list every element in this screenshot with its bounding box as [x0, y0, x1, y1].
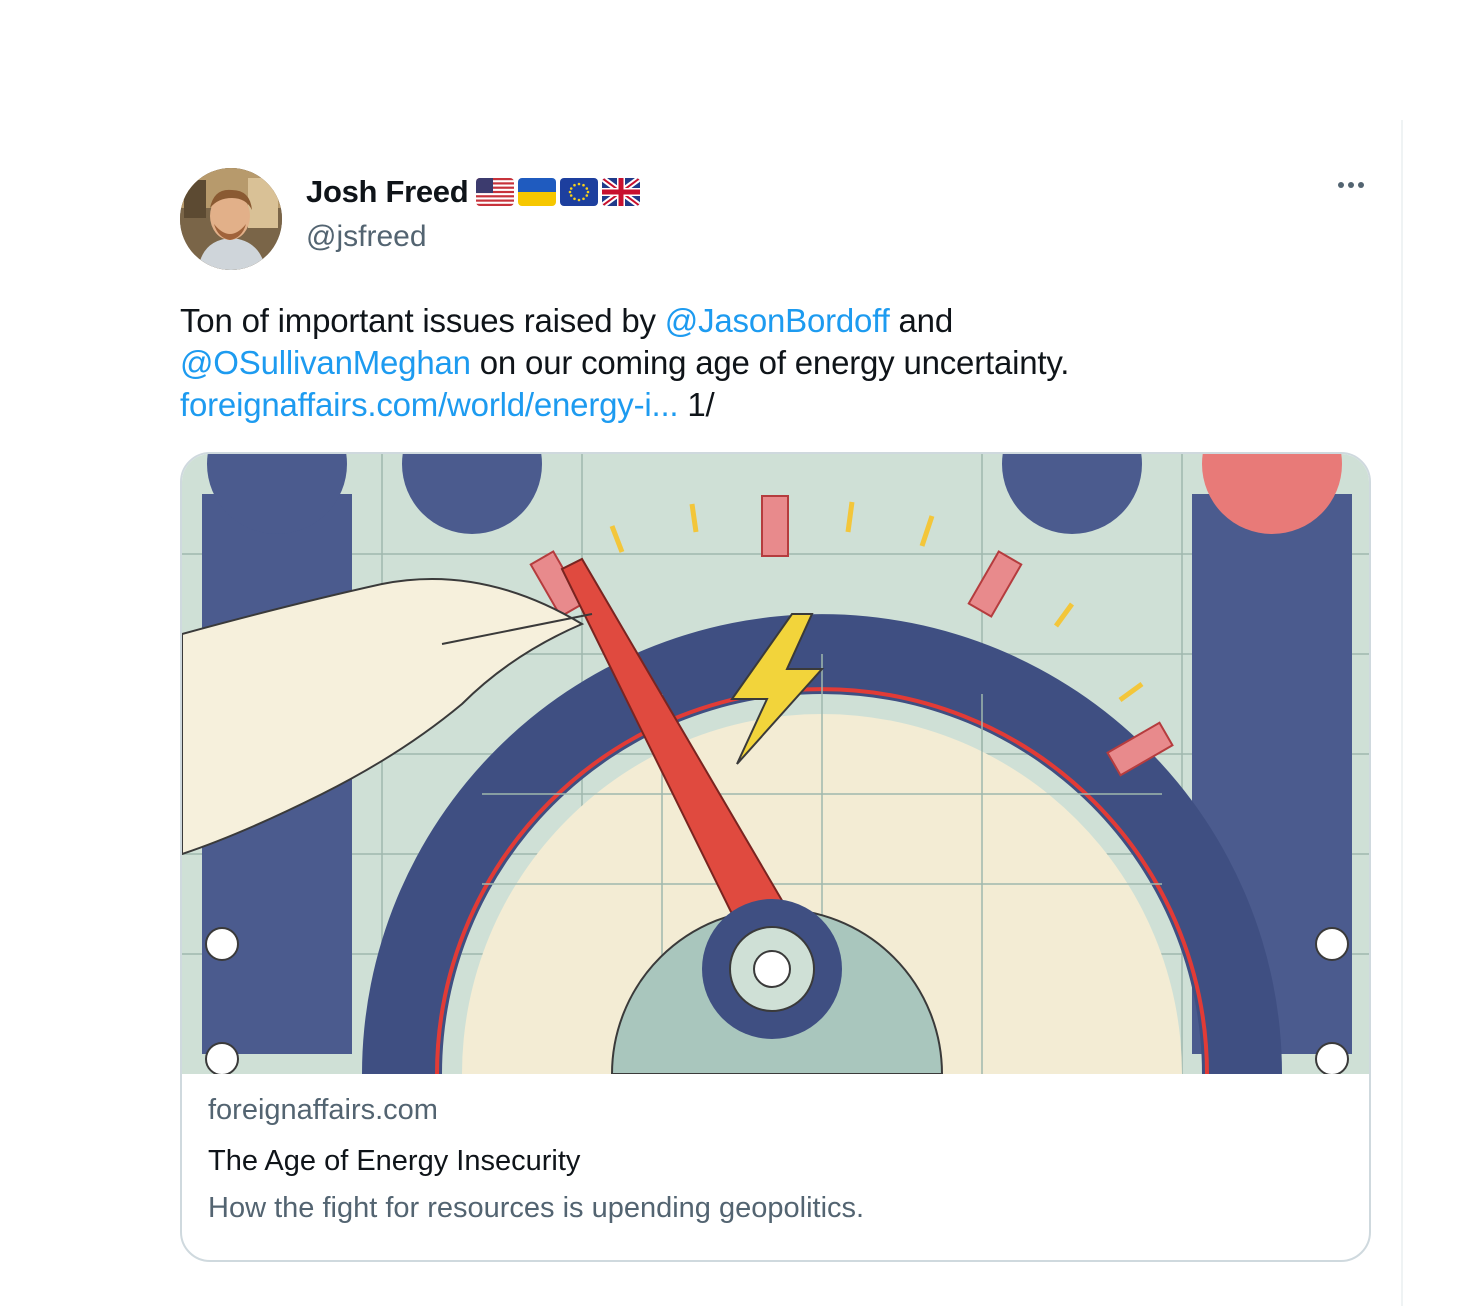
link-card[interactable]: foreignaffairs.com The Age of Energy Ins… [180, 452, 1371, 1262]
uk-flag-icon [602, 178, 641, 206]
mention-link[interactable]: @JasonBordoff [665, 302, 890, 339]
avatar[interactable] [180, 168, 282, 270]
url-link[interactable]: foreignaffairs.com/world/energy-i... [180, 386, 679, 423]
tweet-text-part: and [889, 302, 954, 339]
us-flag-icon [476, 178, 515, 206]
timeline-divider [1401, 120, 1403, 1306]
display-name[interactable]: Josh Freed [306, 174, 469, 210]
tweet-text-part: on our coming age of energy uncertainty. [470, 344, 1070, 381]
eu-flag-icon [560, 178, 599, 206]
tweet-text: Ton of important issues raised by @Jason… [180, 300, 1370, 426]
flag-emojis [476, 178, 641, 206]
card-image[interactable] [182, 454, 1369, 1074]
card-title: The Age of Energy Insecurity [208, 1145, 581, 1177]
author-handle[interactable]: @jsfreed [306, 220, 640, 254]
card-meta[interactable]: foreignaffairs.com The Age of Energy Ins… [208, 1094, 864, 1225]
tweet-text-part: 1/ [678, 386, 715, 423]
card-description: How the fight for resources is upending … [208, 1192, 865, 1224]
tweet-text-part: Ton of important issues raised by [180, 302, 665, 339]
mention-link[interactable]: @OSullivanMeghan [180, 344, 471, 381]
more-horizontal-icon[interactable] [1338, 182, 1364, 188]
ukraine-flag-icon [518, 178, 557, 206]
tweet-header: Josh Freed @jsfreed [306, 174, 641, 254]
card-domain: foreignaffairs.com [208, 1094, 438, 1126]
